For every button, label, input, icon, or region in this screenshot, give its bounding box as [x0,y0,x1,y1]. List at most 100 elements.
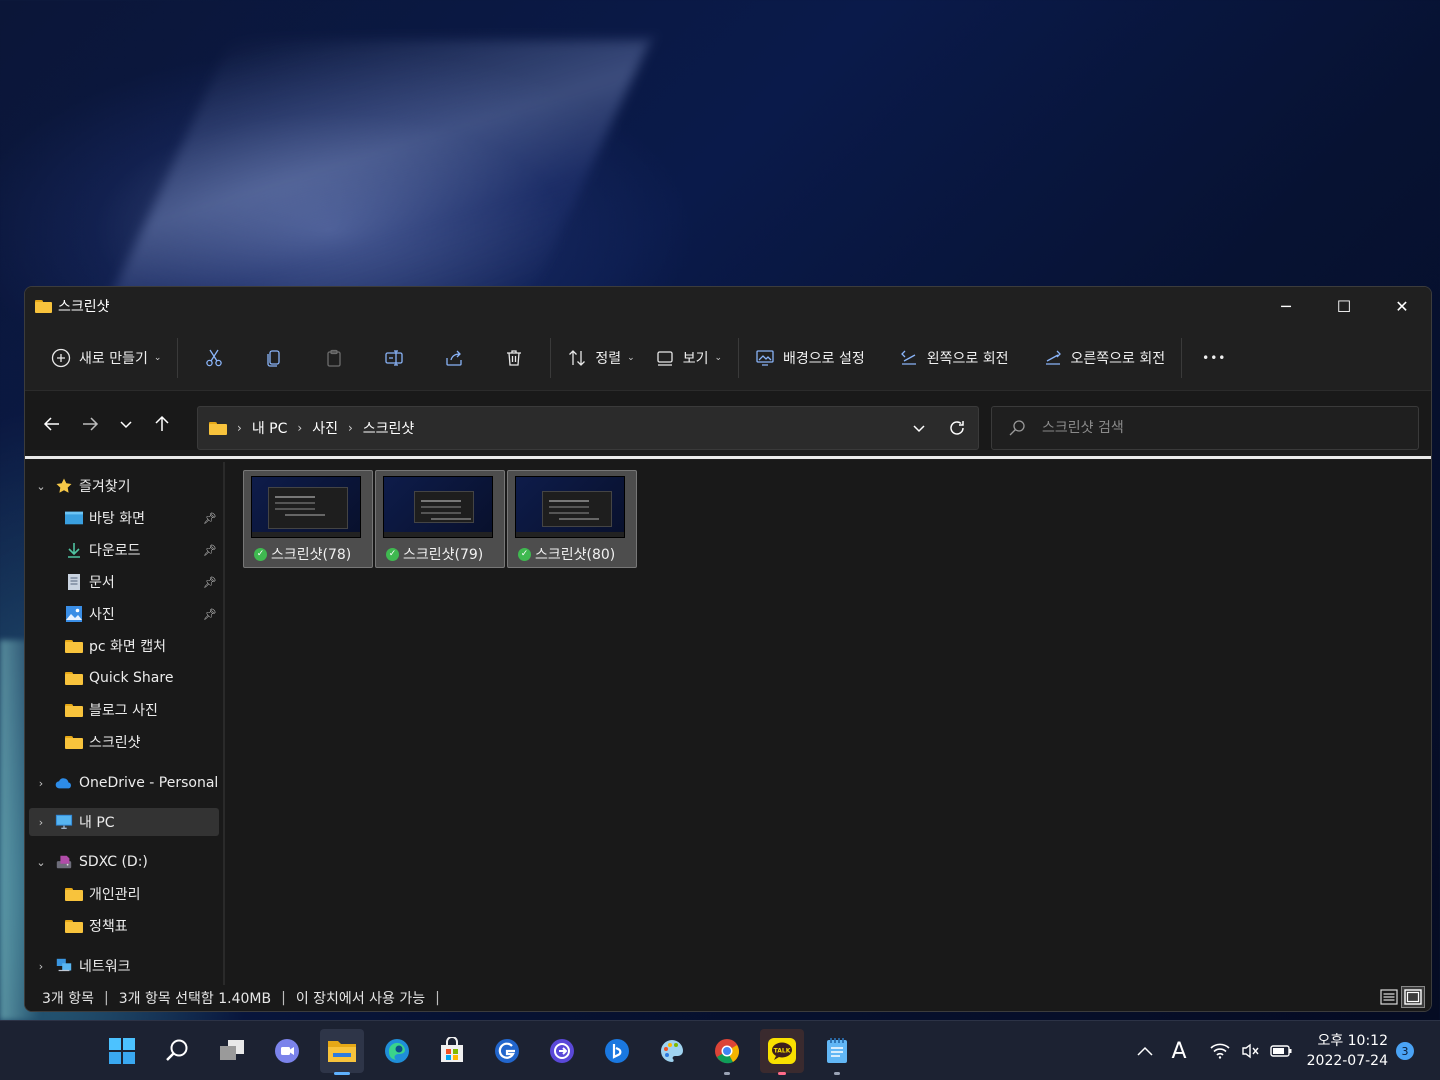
notification-badge[interactable]: 3 [1396,1042,1414,1060]
file-name: 스크린샷(79) [403,547,484,563]
rotate-left-button[interactable]: 왼쪽으로 회전 [889,338,1019,378]
paste-button[interactable] [304,338,364,378]
search-taskbar-button[interactable] [155,1029,199,1073]
sidebar-item-this-pc[interactable]: › 내 PC [29,808,219,836]
paint-button[interactable] [650,1029,694,1073]
task-view-button[interactable] [210,1029,254,1073]
sidebar-item-downloads[interactable]: 다운로드 📌︎ [29,536,219,564]
show-hidden-icons-button[interactable] [1128,1046,1162,1056]
sidebar-item-blog-photos[interactable]: 블로그 사진 [29,696,219,724]
rotate-right-button[interactable]: 오른쪽으로 회전 [1033,338,1176,378]
view-button[interactable]: 보기 ⌄ [645,338,732,378]
address-dropdown-button[interactable] [900,409,938,447]
clock[interactable]: 오후 10:12 2022-07-24 [1307,1031,1388,1071]
kakaotalk-button[interactable]: TALK [760,1029,804,1075]
breadcrumb-screenshots[interactable]: 스크린샷 [363,418,415,438]
sidebar-item-pictures[interactable]: 사진 📌︎ [29,600,219,628]
running-indicator [834,1072,840,1075]
delete-button[interactable] [484,338,544,378]
sidebar-item-policy-table[interactable]: 정책표 [29,912,219,940]
running-indicator [778,1072,786,1075]
item-count: 3개 항목 [42,991,94,1007]
chevron-down-icon[interactable]: ⌄ [35,856,47,869]
address-bar[interactable]: › 내 PC › 사진 › 스크린샷 [197,406,979,450]
maximize-button[interactable]: ☐ [1315,287,1373,325]
search-box[interactable] [991,406,1419,450]
title-bar[interactable]: 스크린샷 ─ ☐ ✕ [25,287,1431,325]
divider [550,337,552,378]
file-explorer-taskbar-button[interactable] [320,1029,364,1075]
address-row: › 내 PC › 사진 › 스크린샷 [25,391,1431,459]
volume-muted-icon[interactable] [1236,1043,1266,1059]
file-item[interactable]: ✓ 스크린샷(78) [243,470,373,568]
rename-icon [384,348,404,368]
cut-button[interactable] [184,338,244,378]
app-button-arrow[interactable] [540,1029,584,1073]
sidebar-item-desktop[interactable]: 바탕 화면 📌︎ [29,504,219,532]
sidebar-item-sdxc[interactable]: ⌄ SDXC (D:) [29,848,219,876]
chevron-right-icon[interactable]: › [35,816,47,829]
battery-icon[interactable] [1266,1044,1296,1058]
file-item[interactable]: ✓ 스크린샷(79) [375,470,505,568]
minimize-button[interactable]: ─ [1257,287,1315,325]
rename-button[interactable] [364,338,424,378]
chevron-down-icon[interactable]: ⌄ [35,480,47,493]
sidebar-item-quick-share[interactable]: Quick Share [29,664,219,692]
edge-button[interactable] [375,1029,419,1073]
new-button[interactable]: 새로 만들기 ⌄ [41,338,171,378]
details-view-button[interactable] [1377,986,1401,1008]
kakaotalk-icon: TALK [767,1037,797,1065]
set-background-button[interactable]: 배경으로 설정 [745,338,875,378]
file-item[interactable]: ✓ 스크린샷(80) [507,470,637,568]
sidebar-item-screenshots[interactable]: 스크린샷 [29,728,219,756]
file-list: ✓ 스크린샷(78) ✓ 스크린샷(79) ✓ 스크린샷(80) [225,462,1431,985]
thumbnail-view-button[interactable] [1401,986,1425,1008]
running-indicator [724,1072,730,1075]
chevron-right-icon: › [297,421,303,435]
app-button-b[interactable] [595,1029,639,1073]
refresh-button[interactable] [938,409,976,447]
sidebar-item-personal-management[interactable]: 개인관리 [29,880,219,908]
selection-info: 3개 항목 선택함 1.40MB [118,991,272,1007]
sidebar-item-network[interactable]: › 네트워크 [29,952,219,980]
store-button[interactable] [430,1029,474,1073]
more-options-button[interactable]: ••• [1188,338,1240,378]
pin-icon[interactable]: 📌︎ [203,544,217,557]
breadcrumb-pictures[interactable]: 사진 [312,418,338,438]
chrome-button[interactable] [705,1029,749,1075]
chevron-right-icon[interactable]: › [35,960,47,973]
copy-button[interactable] [244,338,304,378]
forward-button[interactable] [71,405,109,443]
sidebar-item-favorites[interactable]: ⌄ 즐겨찾기 [29,472,219,500]
notepad-button[interactable] [815,1029,859,1075]
search-input[interactable] [1042,420,1402,436]
input-indicator[interactable]: A [1162,1039,1196,1064]
sidebar-item-label: OneDrive - Personal [79,775,219,791]
back-button[interactable] [33,405,71,443]
sidebar-item-pc-capture[interactable]: pc 화면 캡처 [29,632,219,660]
sort-button[interactable]: 정렬 ⌄ [557,338,644,378]
pin-icon[interactable]: 📌︎ [203,576,217,589]
close-button[interactable]: ✕ [1373,287,1431,325]
pin-icon[interactable]: 📌︎ [203,608,217,621]
star-icon [55,478,73,494]
wallpaper-streak [109,40,651,300]
taskbar: TALK A 오후 10:12 2022-07-24 3 [0,1020,1440,1080]
recent-locations-button[interactable] [109,405,143,443]
wifi-icon[interactable] [1204,1043,1236,1059]
share-button[interactable] [424,338,484,378]
sd-card-icon [55,854,73,870]
start-button[interactable] [100,1029,144,1073]
sidebar-item-label: 블로그 사진 [89,703,158,719]
refresh-icon [948,419,966,437]
sidebar-item-onedrive[interactable]: › OneDrive - Personal [29,769,223,797]
search-icon [1008,419,1026,437]
app-button-search-g[interactable] [485,1029,529,1073]
pin-icon[interactable]: 📌︎ [203,512,217,525]
up-button[interactable] [143,405,181,443]
synced-check-icon: ✓ [254,547,267,561]
chevron-right-icon[interactable]: › [35,777,47,790]
breadcrumb-this-pc[interactable]: 내 PC [252,418,288,438]
sidebar-item-documents[interactable]: 문서 📌︎ [29,568,219,596]
chat-button[interactable] [265,1029,309,1073]
